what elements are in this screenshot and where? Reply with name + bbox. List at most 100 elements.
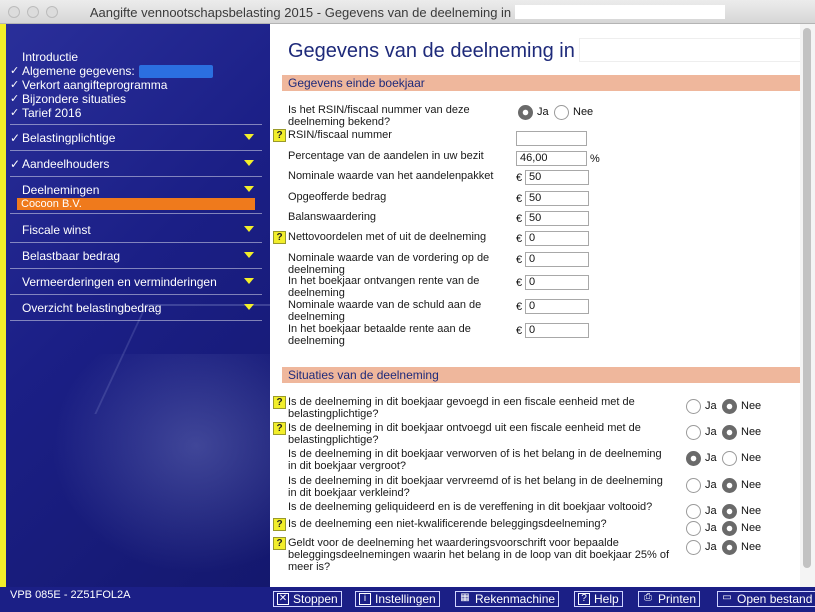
rsin-known-yes-radio[interactable] (518, 105, 533, 120)
nav-item-belastbaar-bedrag[interactable]: Belastbaar bedrag (10, 247, 262, 265)
intro-item-bijzondere[interactable]: ✓ Bijzondere situaties (10, 92, 213, 106)
rsin-input[interactable] (516, 131, 587, 146)
intro-item-verkort[interactable]: ✓ Verkort aangifteprogramma (10, 78, 213, 92)
redacted-name (578, 38, 809, 62)
amount-input[interactable]: 0 (525, 252, 589, 267)
redacted-name (515, 5, 726, 19)
situation-no-radio[interactable] (722, 451, 737, 466)
amount-input[interactable]: 0 (525, 323, 589, 338)
page-title: Gegevens van de deelneming in (288, 38, 809, 63)
euro-sign: € (516, 301, 523, 313)
folder-icon: ▭ (722, 592, 732, 603)
amount-input[interactable]: 0 (525, 299, 589, 314)
euro-sign: € (516, 213, 523, 225)
open-bestand-button[interactable]: ▭ Open bestand (717, 591, 815, 607)
intro-item-tarief[interactable]: ✓ Tarief 2016 (10, 106, 213, 120)
amount-input[interactable]: 0 (525, 275, 589, 290)
percentage-label: Percentage van de aandelen in uw bezit (288, 150, 484, 162)
divider (10, 268, 262, 269)
info-icon: i (359, 593, 371, 605)
nav-subitem-selected[interactable]: Cocoon B.V. (17, 198, 255, 210)
situation-question: Is de deelneming in dit boekjaar verworv… (288, 448, 662, 472)
intro-item-introductie[interactable]: Introductie (10, 50, 213, 64)
rsin-known-no-radio[interactable] (554, 105, 569, 120)
amount-input[interactable]: 50 (525, 170, 589, 185)
help-button[interactable]: ? (273, 231, 286, 244)
stoppen-button[interactable]: ✕ Stoppen (273, 591, 342, 607)
check-icon: ✓ (10, 79, 20, 91)
euro-sign: € (516, 233, 523, 245)
situation-yes-radio[interactable] (686, 504, 701, 519)
help-button[interactable]: ? (273, 422, 286, 435)
situation-no-radio[interactable] (722, 425, 737, 440)
radio-label: Nee (741, 479, 762, 491)
situation-no-radio[interactable] (722, 399, 737, 414)
help-toolbar-button[interactable]: ? Help (574, 591, 623, 607)
situation-yes-radio[interactable] (686, 521, 701, 536)
section-header-einde-boekjaar: Gegevens einde boekjaar (282, 75, 800, 91)
amount-label: Opgeofferde bedrag (288, 191, 387, 203)
check-icon: ✓ (10, 157, 21, 171)
chevron-down-icon (244, 304, 254, 310)
check-icon: ✓ (10, 107, 20, 119)
stop-icon: ✕ (277, 593, 289, 605)
radio-label: Ja (705, 522, 717, 534)
nav-item-belastingplichtige[interactable]: ✓ Belastingplichtige (10, 129, 262, 147)
help-button[interactable]: ? (273, 518, 286, 531)
sidebar: Introductie ✓ Algemene gegevens: ✓ Verkort… (0, 24, 270, 587)
printen-button[interactable]: ⎙ Printen (638, 591, 701, 607)
calculator-icon: ▦ (460, 592, 470, 603)
amount-label: Balanswaardering (288, 211, 377, 223)
situation-yes-radio[interactable] (686, 399, 701, 414)
amount-label: Nominale waarde van de vordering op de d… (288, 252, 490, 276)
instellingen-button[interactable]: i Instellingen (355, 591, 440, 607)
amount-label: In het boekjaar ontvangen rente van de d… (288, 275, 480, 299)
help-button[interactable]: ? (273, 129, 286, 142)
amount-input[interactable]: 50 (525, 191, 589, 206)
amount-input[interactable]: 50 (525, 211, 589, 226)
amount-label: In het boekjaar betaalde rente aan de de… (288, 323, 471, 347)
intro-item-algemene-gegevens[interactable]: ✓ Algemene gegevens: (10, 64, 213, 78)
window-titlebar: Aangifte vennootschapsbelasting 2015 - G… (0, 0, 815, 24)
amount-label: Nominale waarde van het aandelenpakket (288, 170, 494, 182)
main-panel: Gegevens van de deelneming in Gegevens e… (270, 24, 815, 587)
situation-yes-radio[interactable] (686, 478, 701, 493)
sidebar-footer: VPB 085E - 2Z51FOL2A (0, 587, 270, 612)
bottom-toolbar: ✕ Stoppen i Instellingen ▦ Rekenmachine ? He… (270, 587, 815, 612)
radio-label: Nee (741, 400, 762, 412)
help-button[interactable]: ? (273, 396, 286, 409)
situation-no-radio[interactable] (722, 540, 737, 555)
nav-item-deelnemingen[interactable]: Deelnemingen (10, 181, 262, 199)
situation-yes-radio[interactable] (686, 425, 701, 440)
situation-no-radio[interactable] (722, 478, 737, 493)
nav-item-overzicht[interactable]: Overzicht belastingbedrag (10, 299, 262, 317)
nav-item-fiscale-winst[interactable]: Fiscale winst (10, 221, 262, 239)
section-header-situaties: Situaties van de deelneming (282, 367, 800, 383)
chevron-down-icon (244, 160, 254, 166)
situation-question: Is de deelneming geliquideerd en is de v… (288, 501, 653, 513)
situation-question: Is de deelneming in dit boekjaar gevoegd… (288, 396, 635, 420)
radio-label: Nee (741, 452, 762, 464)
nav-item-aandeelhouders[interactable]: ✓ Aandeelhouders (10, 155, 262, 173)
euro-sign: € (516, 277, 523, 289)
printer-icon: ⎙ (644, 592, 652, 603)
chevron-down-icon (244, 186, 254, 192)
amount-input[interactable]: 0 (525, 231, 589, 246)
divider (10, 242, 262, 243)
rekenmachine-button[interactable]: ▦ Rekenmachine (455, 591, 560, 607)
scrollbar-thumb[interactable] (803, 28, 811, 568)
window-title: Aangifte vennootschapsbelasting 2015 - G… (89, 5, 512, 20)
amount-label: Nettovoordelen met of uit de deelneming (288, 231, 487, 243)
situation-yes-radio[interactable] (686, 540, 701, 555)
nav-item-vermeerderingen[interactable]: Vermeerderingen en verminderingen (10, 273, 262, 291)
situation-yes-radio[interactable] (686, 451, 701, 466)
question-icon: ? (578, 593, 590, 605)
radio-label: Ja (705, 505, 717, 517)
chevron-down-icon (244, 134, 254, 140)
radio-label: Ja (705, 452, 717, 464)
help-button[interactable]: ? (273, 537, 286, 550)
radio-label: Ja (705, 400, 717, 412)
situation-no-radio[interactable] (722, 504, 737, 519)
situation-no-radio[interactable] (722, 521, 737, 536)
percentage-input[interactable]: 46,00 (516, 151, 587, 166)
